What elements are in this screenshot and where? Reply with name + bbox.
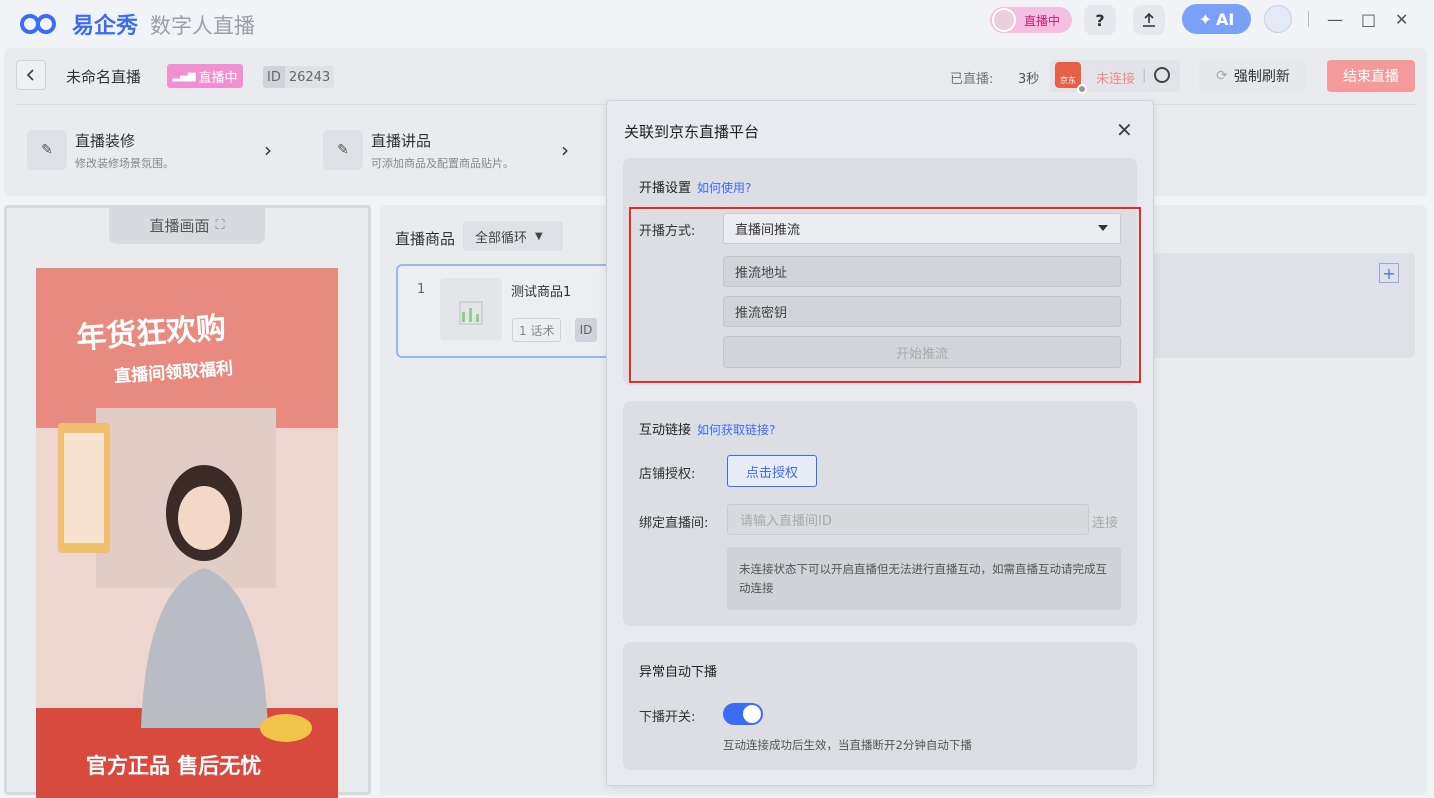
how-to-get-link[interactable]: 如何获取链接? — [697, 423, 775, 437]
user-avatar[interactable] — [1264, 5, 1292, 33]
live-pill-label: 直播中 — [1024, 13, 1061, 28]
connection-dot-icon — [1077, 84, 1087, 94]
divider — [1308, 11, 1309, 27]
fullscreen-icon[interactable]: ⛶ — [215, 218, 224, 233]
goods-thumbnail — [440, 278, 502, 340]
help-icon: ? — [1095, 10, 1105, 30]
app-name: 数字人直播 — [150, 14, 255, 38]
section-title: 开播设置 — [639, 181, 692, 196]
aired-label: 已直播: — [950, 72, 994, 87]
title-bar: 易企秀 数字人直播 直播中 ? ✦ AI — □ ✕ — [0, 0, 1434, 44]
goods-detail-area — [1150, 253, 1415, 358]
bag-icon — [459, 301, 483, 325]
preview-tab-label: 直播画面 — [149, 216, 210, 235]
loop-select-value: 全部循环 — [475, 230, 528, 246]
tool-title: 直播讲品 — [371, 132, 432, 150]
tool-desc: 修改装修场景氛围。 — [75, 157, 174, 170]
edit-icon: ✎ — [323, 130, 363, 170]
goods-scripts-tag[interactable]: 1 话术 — [512, 318, 562, 342]
ai-label: AI — [1216, 9, 1235, 29]
goods-title: 直播商品 — [395, 230, 456, 248]
signal-icon: ▂▄▆ — [172, 70, 196, 82]
goods-id-tag: ID — [575, 318, 597, 342]
refresh-label: 强制刷新 — [1233, 69, 1290, 85]
alarm-clock-icon[interactable] — [1154, 67, 1170, 83]
tool-title: 直播装修 — [75, 132, 136, 150]
mode-select[interactable]: 直播间推流 — [723, 213, 1121, 244]
how-to-use-link[interactable]: 如何使用? — [697, 181, 751, 195]
close-window-button[interactable]: ✕ — [1395, 10, 1408, 29]
live-status-pill[interactable]: 直播中 — [990, 7, 1072, 33]
authorize-button[interactable]: 点击授权 — [727, 455, 817, 487]
section-interaction-title: 互动链接 如何获取链接? — [639, 419, 775, 438]
stop-switch-label: 下播开关: — [639, 710, 696, 725]
goods-index: 1 — [417, 282, 426, 297]
auto-stop-toggle[interactable] — [723, 703, 763, 725]
help-button[interactable]: ? — [1084, 5, 1116, 35]
goods-card[interactable] — [396, 264, 616, 358]
section-auto-stop-title: 异常自动下播 — [639, 665, 718, 680]
section-live-settings-title: 开播设置 如何使用? — [639, 177, 751, 196]
refresh-icon: ⟳ — [1216, 68, 1228, 84]
loop-select[interactable]: 全部循环 ▼ — [463, 221, 563, 251]
id-label: ID — [263, 66, 285, 88]
status-separator: | — [1142, 68, 1147, 83]
push-url-field[interactable]: 推流地址 — [723, 256, 1121, 287]
goods-name: 测试商品1 — [511, 285, 572, 300]
add-icon[interactable]: + — [1379, 263, 1399, 283]
live-status-badge: ▂▄▆ 直播中 — [167, 64, 243, 88]
tool-decoration[interactable]: ✎ 直播装修 修改装修场景氛围。 — [27, 130, 174, 171]
bind-room-label: 绑定直播间: — [639, 516, 709, 531]
chevron-right-icon[interactable]: › — [561, 138, 569, 162]
logo-icon — [20, 14, 56, 34]
force-refresh-button[interactable]: ⟳ 强制刷新 — [1199, 60, 1307, 92]
logo-text: 易企秀 — [72, 14, 139, 39]
push-key-field[interactable]: 推流密钥 — [723, 296, 1121, 327]
end-live-button[interactable]: 结束直播 — [1327, 60, 1415, 92]
chevron-left-icon — [26, 69, 34, 81]
live-title[interactable]: 未命名直播 — [66, 66, 141, 87]
back-button[interactable] — [16, 60, 46, 90]
auto-stop-desc: 互动连接成功后生效，当直播断开2分钟自动下播 — [723, 738, 972, 752]
app-logo: 易企秀 — [20, 8, 138, 40]
upload-button[interactable] — [1133, 5, 1165, 35]
sparkle-icon: ✦ — [1198, 9, 1213, 29]
toggle-knob — [743, 705, 761, 723]
modal-title: 关联到京东直播平台 — [624, 123, 760, 141]
live-tag-label: 直播中 — [198, 70, 238, 86]
live-id-badge: ID 26243 — [263, 66, 335, 88]
ai-button[interactable]: ✦ AI — [1182, 4, 1251, 34]
live-preview-image: 年货狂欢购 直播间领取福利 官方正品 售后无忧 — [36, 268, 338, 798]
close-icon[interactable]: ✕ — [1116, 118, 1133, 142]
poster-footer: 官方正品 售后无忧 — [86, 754, 262, 778]
minimize-button[interactable]: — — [1327, 10, 1343, 29]
preview-tab[interactable]: 直播画面 ⛶ — [109, 206, 265, 244]
start-push-button[interactable]: 开始推流 — [723, 336, 1121, 368]
id-value: 26243 — [288, 69, 331, 85]
tool-products[interactable]: ✎ 直播讲品 可添加商品及配置商品贴片。 — [323, 130, 514, 171]
edit-icon: ✎ — [27, 130, 67, 170]
shop-auth-label: 店铺授权: — [639, 467, 696, 482]
mode-select-value: 直播间推流 — [735, 223, 801, 238]
upload-icon — [1143, 12, 1155, 27]
caret-down-icon: ▼ — [535, 230, 543, 242]
connect-button[interactable]: 连接 — [1092, 512, 1118, 531]
jd-platform-icon[interactable]: 京东 — [1055, 62, 1081, 88]
presenter-avatar — [992, 8, 1016, 32]
aired-duration: 3秒 — [1018, 72, 1040, 87]
section-title: 互动链接 — [639, 423, 692, 438]
jd-label: 京东 — [1060, 76, 1076, 85]
caret-down-icon — [1098, 225, 1108, 231]
connection-status: 未连接 — [1096, 72, 1136, 87]
mode-label: 开播方式: — [639, 224, 696, 239]
chevron-right-icon[interactable]: › — [264, 138, 272, 162]
tool-desc: 可添加商品及配置商品贴片。 — [371, 157, 514, 170]
connection-note: 未连接状态下可以开启直播但无法进行直播互动，如需直播互动请完成互动连接 — [727, 547, 1121, 610]
maximize-button[interactable]: □ — [1361, 10, 1376, 29]
room-id-input[interactable]: 请输入直播间ID — [727, 504, 1089, 535]
